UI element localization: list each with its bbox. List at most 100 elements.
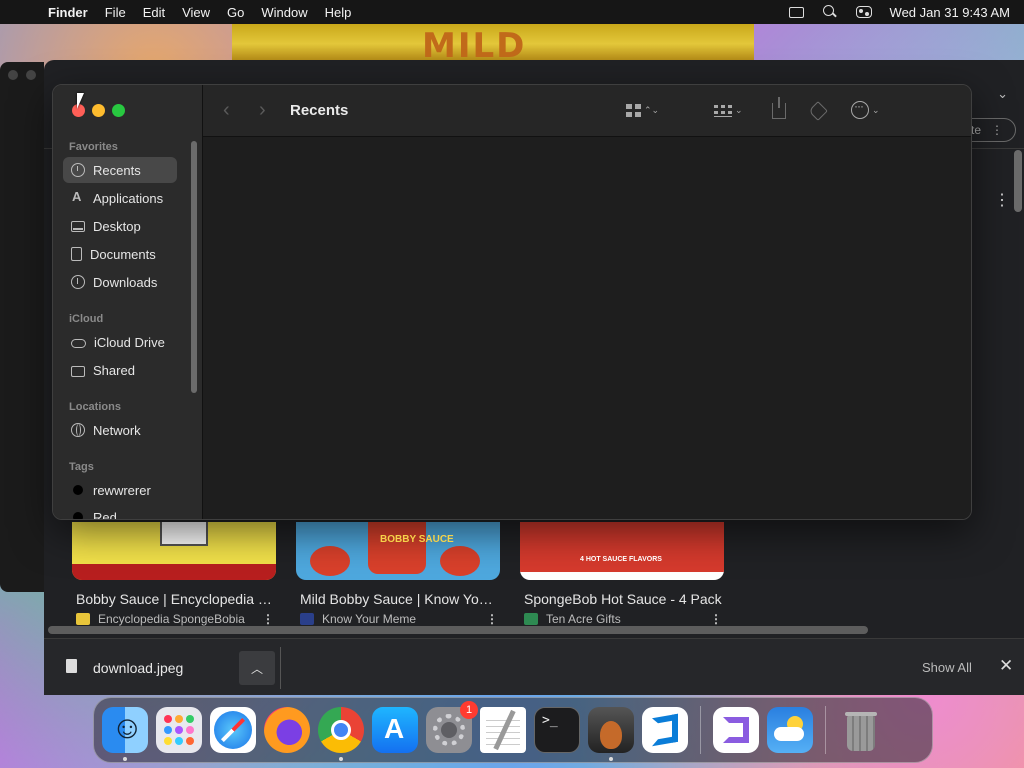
menu-window[interactable]: Window <box>261 5 307 20</box>
chevron-updown-icon: ⌃⌄ <box>644 105 660 115</box>
result-thumbnail[interactable] <box>72 522 276 580</box>
running-indicator <box>339 757 343 761</box>
sidebar-scrollbar[interactable] <box>191 141 197 393</box>
image-result-card[interactable]: 4 HOT SAUCE FLAVORS SpongeBob Hot Sauce … <box>520 522 724 626</box>
image-result-card[interactable]: BOBBY SAUCE Mild Bobby Sauce | Know Your… <box>296 522 500 626</box>
site-favicon-icon <box>76 613 90 625</box>
dock-launchpad-icon[interactable] <box>156 707 202 753</box>
shared-folder-icon <box>71 365 85 377</box>
sidebar-section-favorites: Favorites <box>69 141 118 153</box>
vertical-scrollbar[interactable] <box>1014 150 1022 212</box>
horizontal-scrollbar[interactable] <box>48 626 868 634</box>
group-button[interactable]: ⌄ <box>714 100 743 122</box>
spotlight-icon[interactable] <box>822 5 838 19</box>
dock-weather-icon[interactable] <box>767 707 813 753</box>
tag-button[interactable] <box>808 100 828 122</box>
menu-app-finder[interactable]: Finder <box>48 5 88 20</box>
show-all-button[interactable]: Show All <box>922 660 972 675</box>
tab-search-chevron-icon[interactable]: ⌄ <box>997 86 1008 102</box>
sidebar-item-tag[interactable]: Red <box>63 504 177 520</box>
minimize-window-button[interactable] <box>92 104 105 117</box>
sidebar-item-label: Red <box>93 509 117 520</box>
group-icon <box>714 105 732 117</box>
partial-button-label: te <box>971 123 982 137</box>
result-thumbnail[interactable]: BOBBY SAUCE <box>296 522 500 580</box>
sidebar-item-icloud-drive[interactable]: iCloud Drive <box>63 329 177 355</box>
finder-toolbar: ‹ › Recents ⌃⌄ ⌄ ⌄ <box>203 85 971 137</box>
sidebar-item-documents[interactable]: Documents <box>63 241 177 267</box>
menu-go[interactable]: Go <box>227 5 244 20</box>
sidebar-item-shared[interactable]: Shared <box>63 357 177 383</box>
image-result-card[interactable]: Bobby Sauce | Encyclopedia SpongeBob Enc… <box>72 522 276 626</box>
tag-color-icon <box>73 485 83 495</box>
menu-edit[interactable]: Edit <box>143 5 165 20</box>
sidebar-item-network[interactable]: Network <box>63 417 177 443</box>
forward-button[interactable]: › <box>259 99 266 122</box>
chevron-down-icon: ⌄ <box>735 105 743 115</box>
sidebar-section-tags: Tags <box>69 461 94 473</box>
dock-textedit-icon[interactable] <box>480 707 526 753</box>
menu-view[interactable]: View <box>182 5 210 20</box>
result-title[interactable]: Mild Bobby Sauce | Know Your Meme <box>296 591 500 607</box>
dock-safari-icon[interactable] <box>210 707 256 753</box>
tag-icon <box>808 101 828 121</box>
result-more-icon[interactable]: ⋮ <box>484 612 500 626</box>
dock-trash-icon[interactable] <box>838 707 884 753</box>
result-title[interactable]: Bobby Sauce | Encyclopedia SpongeBob <box>72 591 276 607</box>
view-mode-button[interactable]: ⌃⌄ <box>626 100 659 122</box>
sidebar-item-label: Recents <box>93 162 141 178</box>
sidebar-item-tag[interactable]: rewwrerer <box>63 477 177 503</box>
background-window-left <box>0 62 44 592</box>
dock-chrome-icon[interactable] <box>318 707 364 761</box>
sidebar-item-applications[interactable]: Applications <box>63 185 177 211</box>
background-window-dot <box>8 70 18 80</box>
chevron-down-icon: ⌄ <box>872 105 880 115</box>
dock-firefox-icon[interactable] <box>264 707 310 753</box>
dock-vscode-icon[interactable] <box>642 707 688 753</box>
download-icon <box>71 275 85 289</box>
sidebar-item-recents[interactable]: Recents <box>63 157 177 183</box>
site-favicon-icon <box>300 613 314 625</box>
dock-terminal-icon[interactable] <box>534 707 580 753</box>
result-source-name: Know Your Meme <box>322 612 417 626</box>
control-center-icon[interactable] <box>855 6 872 18</box>
download-options-chevron-icon[interactable]: ︿ <box>239 651 275 685</box>
sidebar-item-label: Documents <box>90 246 156 262</box>
result-more-icon[interactable]: ⋮ <box>260 612 276 626</box>
close-icon[interactable]: ✕ <box>999 656 1013 676</box>
sidebar-item-downloads[interactable]: Downloads <box>63 269 177 295</box>
sidebar-section-locations: Locations <box>69 401 121 413</box>
applications-icon <box>71 189 85 205</box>
stage-manager-icon[interactable] <box>788 6 804 18</box>
zoom-window-button[interactable] <box>112 104 125 117</box>
finder-window: Favorites Recents Applications Desktop D… <box>52 84 972 520</box>
menu-file[interactable]: File <box>105 5 126 20</box>
download-shelf: download.jpeg ︿ Show All ✕ <box>44 638 1024 695</box>
dock-visual-studio-icon[interactable] <box>713 707 759 753</box>
dock-app-store-icon[interactable] <box>372 707 418 753</box>
result-source-name: Encyclopedia SpongeBobia <box>98 612 245 626</box>
share-button[interactable] <box>772 97 786 122</box>
download-filename[interactable]: download.jpeg <box>93 660 183 676</box>
sidebar-item-desktop[interactable]: Desktop <box>63 213 177 239</box>
dock-finder-icon[interactable] <box>102 707 148 761</box>
action-menu-button[interactable]: ⌄ <box>851 99 880 122</box>
sidebar-item-label: rewwrerer <box>93 482 151 498</box>
result-thumbnail[interactable]: 4 HOT SAUCE FLAVORS <box>520 522 724 580</box>
dock-separator <box>825 706 826 754</box>
icon-view-icon <box>626 104 641 117</box>
dock-separator <box>700 706 701 754</box>
back-button[interactable]: ‹ <box>223 99 230 122</box>
more-options-icon[interactable]: ⋮ <box>994 190 1010 210</box>
menubar-clock[interactable]: Wed Jan 31 9:43 AM <box>890 5 1010 20</box>
menu-help[interactable]: Help <box>325 5 352 20</box>
dock-garageband-icon[interactable] <box>588 707 634 761</box>
tag-color-icon <box>73 512 83 519</box>
dock-system-settings-icon[interactable]: 1 <box>426 701 478 753</box>
result-more-icon[interactable]: ⋮ <box>708 612 724 626</box>
clock-icon <box>71 163 85 177</box>
result-title[interactable]: SpongeBob Hot Sauce - 4 Pack <box>520 591 724 607</box>
sidebar-item-label: Network <box>93 422 141 438</box>
file-list-area[interactable] <box>203 137 971 519</box>
divider <box>280 647 281 689</box>
